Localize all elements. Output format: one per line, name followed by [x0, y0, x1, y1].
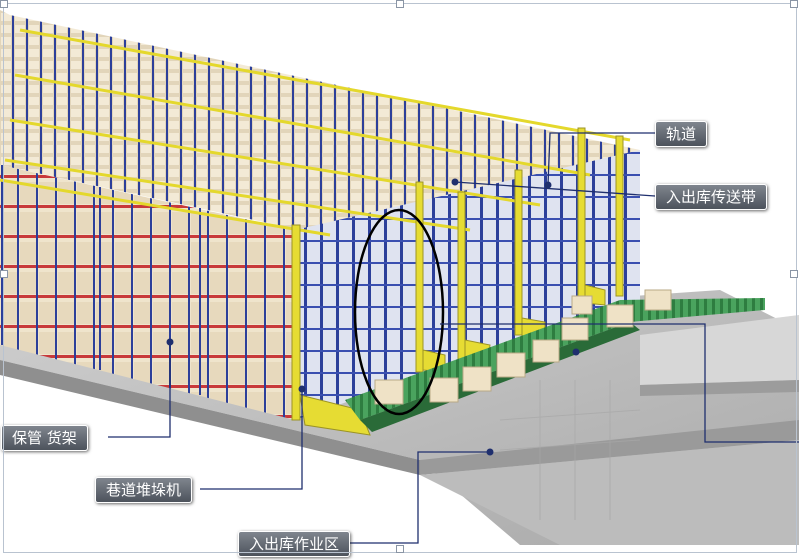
callout-storage-rack: 保管 货架	[1, 425, 88, 451]
resize-handle-left[interactable]	[0, 270, 8, 278]
warehouse-diagram: 轨道 入出库传送带 保管 货架 巷道堆垛机 入出库作业区	[0, 0, 799, 560]
callout-conveyor: 入出库传送带	[655, 184, 768, 210]
callout-rail: 轨道	[655, 121, 708, 147]
callout-stacker-crane: 巷道堆垛机	[95, 477, 193, 503]
resize-handle-top-right[interactable]	[790, 0, 798, 8]
crane-mast	[291, 224, 301, 421]
resize-handle-top-left[interactable]	[0, 0, 8, 8]
resize-handle-right[interactable]	[790, 270, 798, 278]
resize-handle-bottom[interactable]	[396, 545, 404, 553]
callout-work-area: 入出库作业区	[238, 531, 351, 557]
as-rs-illustration	[0, 10, 799, 545]
resize-handle-top[interactable]	[396, 0, 404, 8]
